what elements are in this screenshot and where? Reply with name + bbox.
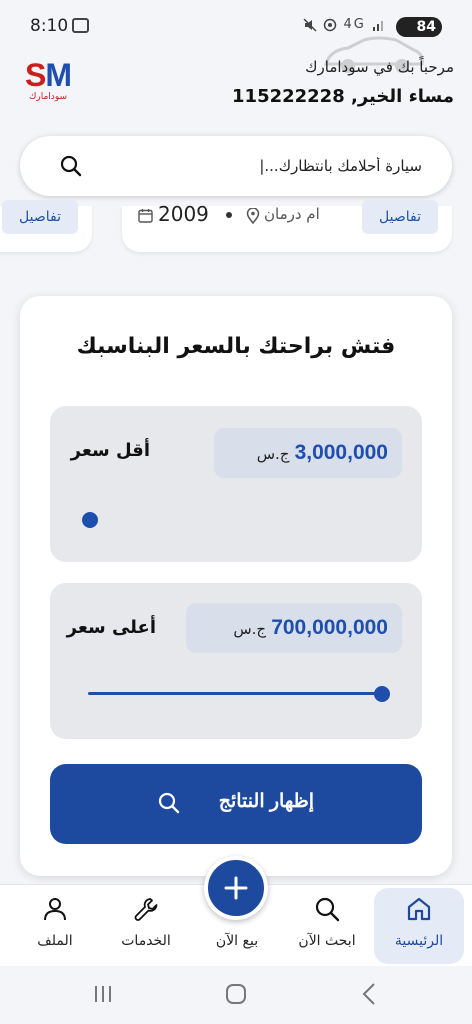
person-icon bbox=[44, 898, 66, 921]
min-price-box: أقل سعر 3,000,000 ج.س bbox=[50, 406, 422, 562]
show-results-button[interactable]: إظهار النتائج bbox=[50, 764, 422, 844]
network-status: 4G bbox=[303, 17, 386, 32]
status-time: 8:10 bbox=[30, 16, 69, 36]
show-results-label: إظهار النتائج bbox=[218, 791, 314, 812]
search-icon[interactable] bbox=[60, 155, 82, 177]
separator-dot bbox=[226, 212, 232, 218]
listing-year: 2009 bbox=[158, 202, 209, 226]
home-icon bbox=[407, 897, 431, 921]
location-pin-icon bbox=[246, 208, 260, 224]
home-button-icon[interactable] bbox=[221, 980, 251, 1008]
nav-label: ابحث الآن bbox=[298, 933, 356, 949]
max-price-label: أعلى سعر bbox=[66, 617, 156, 638]
nav-label: الرئيسية bbox=[394, 933, 444, 949]
nav-label: الملف bbox=[37, 933, 73, 949]
nav-item-home[interactable]: الرئيسية bbox=[374, 884, 464, 964]
max-price-value[interactable]: 700,000,000 ج.س bbox=[186, 603, 402, 653]
calendar-icon bbox=[138, 209, 153, 223]
details-button[interactable]: تفاصيل bbox=[362, 200, 438, 234]
min-price-number: 3,000,000 bbox=[294, 441, 388, 464]
max-price-number: 700,000,000 bbox=[271, 616, 388, 639]
details-button[interactable]: تفاصيل bbox=[2, 200, 78, 234]
logo-subtitle: سودامارك bbox=[28, 92, 68, 102]
currency-label: ج.س bbox=[256, 445, 290, 463]
max-price-slider-knob[interactable] bbox=[374, 686, 390, 702]
min-price-label: أقل سعر bbox=[70, 440, 150, 461]
wifi-icon bbox=[324, 18, 337, 31]
sell-now-fab[interactable] bbox=[204, 856, 268, 920]
wrench-icon bbox=[134, 898, 158, 921]
listing-location: ام درمان bbox=[264, 205, 320, 223]
search-icon bbox=[158, 792, 180, 814]
currency-label: ج.س bbox=[233, 620, 267, 638]
nav-item-search[interactable]: ابحث الآن bbox=[282, 884, 372, 964]
screenshot-icon bbox=[72, 18, 89, 33]
search-input[interactable] bbox=[82, 136, 422, 196]
sudamark-logo[interactable]: SM سودامارك bbox=[24, 57, 72, 110]
search-icon bbox=[315, 897, 340, 922]
signal-icon bbox=[373, 20, 383, 31]
min-price-slider-knob[interactable] bbox=[82, 512, 98, 528]
back-icon[interactable] bbox=[354, 980, 384, 1008]
greeting-text: مساء الخير, 115222228 bbox=[232, 86, 454, 107]
welcome-text: مرحباً بك في سودامارك bbox=[305, 58, 454, 76]
nav-label: الخدمات bbox=[121, 933, 171, 949]
mute-icon bbox=[303, 17, 317, 32]
nav-item-profile[interactable]: الملف bbox=[10, 884, 100, 964]
plus-icon bbox=[224, 876, 248, 900]
min-price-value[interactable]: 3,000,000 ج.س bbox=[214, 428, 402, 478]
max-price-box: أعلى سعر 700,000,000 ج.س bbox=[50, 583, 422, 739]
location-text: ام درمان bbox=[264, 205, 320, 223]
price-filter-title: فتش براحتك بالسعر البناسبك bbox=[76, 334, 396, 359]
logo-mark: SM bbox=[25, 57, 72, 93]
max-price-slider-track[interactable] bbox=[88, 692, 382, 695]
signal-type-label: 4G bbox=[343, 17, 366, 32]
nav-label: بيع الآن bbox=[215, 933, 259, 949]
nav-item-services[interactable]: الخدمات bbox=[101, 884, 191, 964]
search-bar[interactable] bbox=[20, 136, 452, 196]
recent-apps-icon[interactable] bbox=[88, 980, 118, 1008]
